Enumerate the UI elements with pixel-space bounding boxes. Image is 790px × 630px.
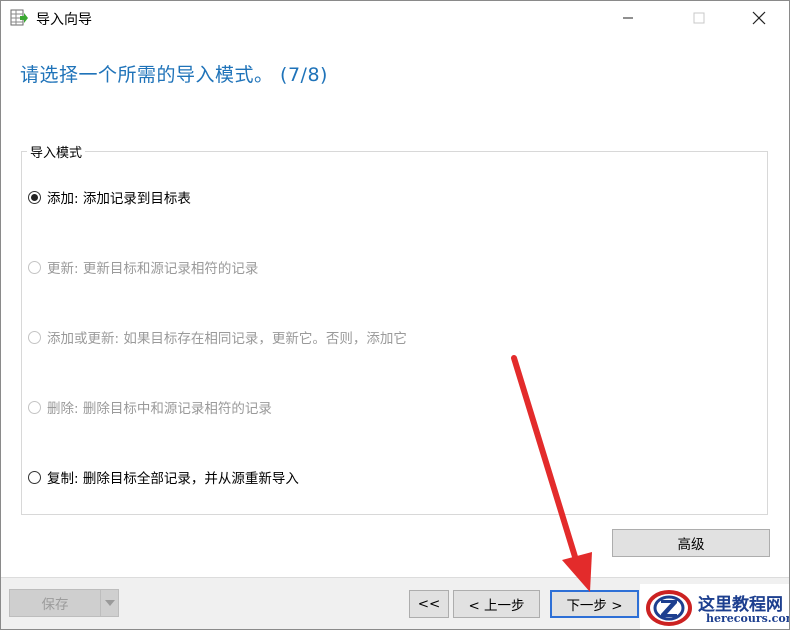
watermark: 这里教程网 herecours.com bbox=[640, 584, 790, 630]
advanced-button[interactable]: 高级 bbox=[612, 529, 770, 557]
minimize-button[interactable] bbox=[605, 1, 651, 35]
radio-option-add[interactable]: 添加: 添加记录到目标表 bbox=[28, 187, 191, 207]
previous-step-button[interactable]: < 上一步 bbox=[453, 590, 540, 618]
radio-button[interactable] bbox=[28, 470, 41, 484]
save-button: 保存 bbox=[9, 589, 101, 617]
maximize-icon bbox=[693, 12, 705, 24]
watermark-en-text: herecours.com bbox=[706, 612, 790, 625]
chevron-down-icon bbox=[104, 600, 115, 606]
close-button[interactable] bbox=[736, 1, 782, 35]
save-dropdown-button bbox=[100, 589, 119, 617]
radio-option-label: 复制: 删除目标全部记录，并从源重新导入 bbox=[47, 471, 299, 487]
radio-option-label: 添加: 添加记录到目标表 bbox=[47, 191, 191, 207]
radio-option-label: 更新: 更新目标和源记录相符的记录 bbox=[47, 261, 259, 277]
close-icon bbox=[752, 11, 766, 25]
radio-button bbox=[28, 400, 41, 414]
site-logo-icon bbox=[646, 590, 692, 626]
radio-option-update: 更新: 更新目标和源记录相符的记录 bbox=[28, 257, 258, 277]
radio-option-delete: 删除: 删除目标中和源记录相符的记录 bbox=[28, 397, 272, 417]
radio-button[interactable] bbox=[28, 190, 41, 204]
first-step-button[interactable]: << bbox=[409, 590, 449, 618]
next-step-button[interactable]: 下一步 > bbox=[550, 590, 639, 618]
radio-option-label: 添加或更新: 如果目标存在相同记录，更新它。否则，添加它 bbox=[47, 331, 407, 347]
radio-option-add-or-update: 添加或更新: 如果目标存在相同记录，更新它。否则，添加它 bbox=[28, 327, 407, 347]
import-mode-group-label: 导入模式 bbox=[27, 142, 86, 161]
radio-button bbox=[28, 330, 41, 344]
page-title: 请选择一个所需的导入模式。 (7/8) bbox=[20, 64, 328, 86]
window-title: 导入向导 bbox=[36, 12, 92, 28]
radio-option-label: 删除: 删除目标中和源记录相符的记录 bbox=[47, 401, 272, 417]
radio-button bbox=[28, 260, 41, 274]
maximize-button[interactable] bbox=[676, 1, 722, 35]
minimize-icon bbox=[623, 17, 633, 19]
import-wizard-icon bbox=[10, 9, 28, 26]
radio-option-copy[interactable]: 复制: 删除目标全部记录，并从源重新导入 bbox=[28, 467, 299, 487]
title-bar bbox=[1, 1, 789, 37]
